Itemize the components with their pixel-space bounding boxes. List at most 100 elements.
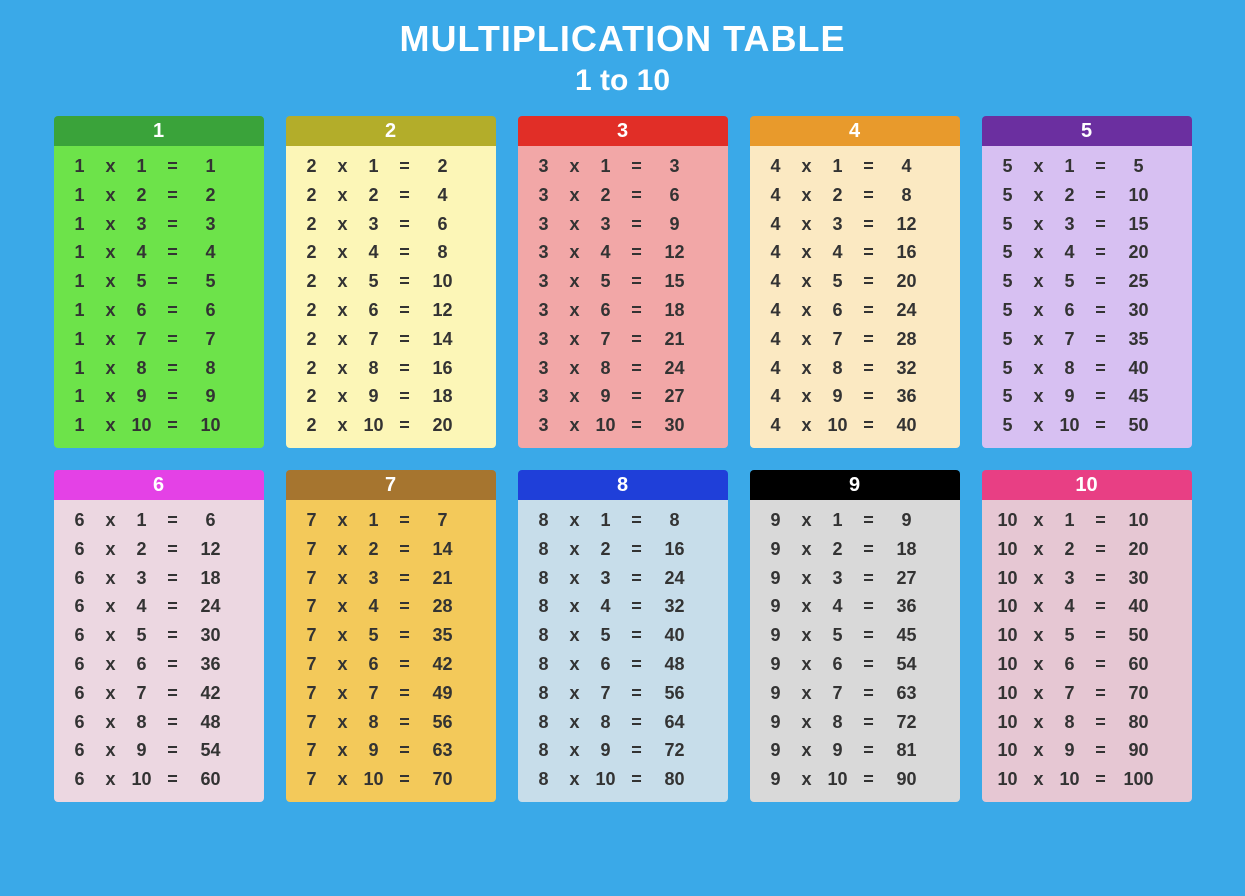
factor-b: 9 — [822, 382, 854, 411]
factor-b: 5 — [822, 621, 854, 650]
factor-b: 9 — [126, 736, 158, 765]
factor-a: 7 — [296, 765, 328, 794]
table-row: 6x6=36 — [64, 650, 254, 679]
equals-symbol: = — [622, 210, 652, 239]
product: 24 — [884, 296, 930, 325]
table-row: 9x3=27 — [760, 564, 950, 593]
factor-b: 4 — [358, 592, 390, 621]
times-symbol: x — [328, 238, 358, 267]
equals-symbol: = — [622, 535, 652, 564]
factor-a: 8 — [528, 506, 560, 535]
equals-symbol: = — [1086, 210, 1116, 239]
product: 45 — [884, 621, 930, 650]
table-row: 10x2=20 — [992, 535, 1182, 564]
factor-a: 5 — [992, 181, 1024, 210]
equals-symbol: = — [1086, 382, 1116, 411]
factor-a: 2 — [296, 267, 328, 296]
factor-a: 8 — [528, 564, 560, 593]
table-row: 8x6=48 — [528, 650, 718, 679]
product: 16 — [884, 238, 930, 267]
times-symbol: x — [96, 411, 126, 440]
factor-a: 10 — [992, 621, 1024, 650]
times-symbol: x — [96, 506, 126, 535]
times-symbol: x — [328, 592, 358, 621]
factor-b: 5 — [822, 267, 854, 296]
product: 28 — [884, 325, 930, 354]
factor-a: 1 — [64, 267, 96, 296]
product: 5 — [188, 267, 234, 296]
times-symbol: x — [792, 736, 822, 765]
times-symbol: x — [1024, 535, 1054, 564]
factor-a: 5 — [992, 354, 1024, 383]
equals-symbol: = — [158, 181, 188, 210]
equals-symbol: = — [1086, 621, 1116, 650]
equals-symbol: = — [854, 621, 884, 650]
equals-symbol: = — [854, 765, 884, 794]
factor-a: 10 — [992, 708, 1024, 737]
equals-symbol: = — [1086, 296, 1116, 325]
equals-symbol: = — [1086, 736, 1116, 765]
factor-b: 3 — [822, 210, 854, 239]
times-symbol: x — [560, 411, 590, 440]
product: 10 — [1116, 506, 1162, 535]
equals-symbol: = — [622, 708, 652, 737]
table-header: 2 — [286, 116, 496, 146]
table-row: 3x10=30 — [528, 411, 718, 440]
factor-b: 3 — [358, 564, 390, 593]
factor-a: 5 — [992, 325, 1024, 354]
table-card-6: 66x1=66x2=126x3=186x4=246x5=306x6=366x7=… — [54, 470, 264, 802]
factor-a: 7 — [296, 736, 328, 765]
equals-symbol: = — [622, 267, 652, 296]
equals-symbol: = — [390, 325, 420, 354]
table-row: 3x7=21 — [528, 325, 718, 354]
times-symbol: x — [560, 382, 590, 411]
equals-symbol: = — [390, 708, 420, 737]
times-symbol: x — [792, 325, 822, 354]
equals-symbol: = — [158, 296, 188, 325]
factor-b: 8 — [358, 708, 390, 737]
table-row: 1x3=3 — [64, 210, 254, 239]
equals-symbol: = — [622, 181, 652, 210]
table-row: 5x10=50 — [992, 411, 1182, 440]
factor-a: 8 — [528, 621, 560, 650]
equals-symbol: = — [854, 267, 884, 296]
times-symbol: x — [96, 296, 126, 325]
equals-symbol: = — [1086, 152, 1116, 181]
product: 90 — [884, 765, 930, 794]
product: 90 — [1116, 736, 1162, 765]
factor-a: 1 — [64, 238, 96, 267]
times-symbol: x — [560, 210, 590, 239]
times-symbol: x — [1024, 296, 1054, 325]
table-card-1: 11x1=11x2=21x3=31x4=41x5=51x6=61x7=71x8=… — [54, 116, 264, 448]
multiplication-table-page: MULTIPLICATION TABLE 1 to 10 11x1=11x2=2… — [0, 0, 1245, 896]
factor-b: 9 — [1054, 382, 1086, 411]
table-body: 7x1=77x2=147x3=217x4=287x5=357x6=427x7=4… — [286, 500, 496, 802]
times-symbol: x — [1024, 621, 1054, 650]
equals-symbol: = — [622, 152, 652, 181]
product: 8 — [652, 506, 698, 535]
factor-b: 2 — [590, 535, 622, 564]
table-row: 3x6=18 — [528, 296, 718, 325]
factor-a: 4 — [760, 267, 792, 296]
factor-a: 4 — [760, 325, 792, 354]
table-header: 1 — [54, 116, 264, 146]
factor-a: 8 — [528, 765, 560, 794]
table-card-8: 88x1=88x2=168x3=248x4=328x5=408x6=488x7=… — [518, 470, 728, 802]
table-row: 3x2=6 — [528, 181, 718, 210]
factor-b: 9 — [590, 382, 622, 411]
times-symbol: x — [792, 650, 822, 679]
equals-symbol: = — [854, 708, 884, 737]
times-symbol: x — [560, 679, 590, 708]
product: 18 — [652, 296, 698, 325]
equals-symbol: = — [854, 592, 884, 621]
times-symbol: x — [328, 267, 358, 296]
equals-symbol: = — [854, 564, 884, 593]
table-row: 6x10=60 — [64, 765, 254, 794]
factor-a: 6 — [64, 592, 96, 621]
equals-symbol: = — [622, 382, 652, 411]
factor-a: 4 — [760, 382, 792, 411]
product: 2 — [188, 181, 234, 210]
table-row: 1x5=5 — [64, 267, 254, 296]
product: 28 — [420, 592, 466, 621]
table-row: 4x4=16 — [760, 238, 950, 267]
